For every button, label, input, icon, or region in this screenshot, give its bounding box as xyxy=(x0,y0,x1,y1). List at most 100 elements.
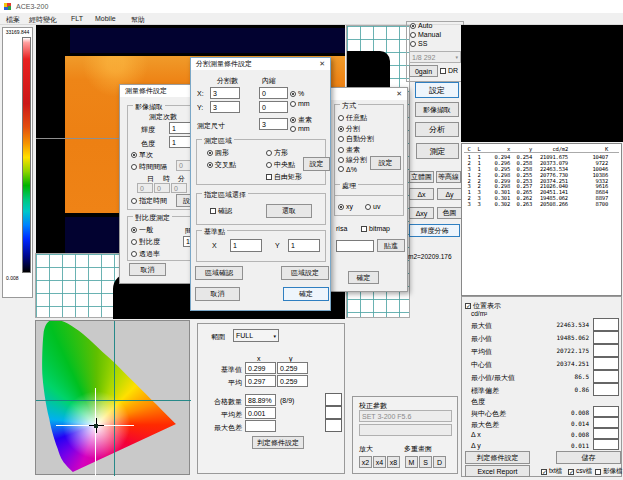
analyze-button[interactable]: 分析 xyxy=(415,122,459,137)
close-icon[interactable]: ✕ xyxy=(319,60,325,68)
dx-button[interactable]: Δx xyxy=(409,188,434,200)
judge-condition-button[interactable]: 判定條件設定 xyxy=(465,451,530,464)
radio-contrast[interactable]: 對比度 xyxy=(131,237,160,247)
freerect-checkbox[interactable]: 自由矩形 xyxy=(266,172,302,182)
radio-pixel[interactable]: 畫素 xyxy=(290,115,312,125)
dr-checkbox[interactable]: DR xyxy=(440,67,458,74)
lum-dist-button[interactable]: 輝度分佈 xyxy=(409,224,460,237)
radio-center[interactable]: 中央點 xyxy=(266,160,295,170)
pick-button[interactable]: 選取 xyxy=(266,204,312,218)
maxdiff-field[interactable] xyxy=(245,420,276,432)
shutter-select[interactable]: 1/8 292▾ xyxy=(409,51,461,63)
radio-cross[interactable]: 交叉點 xyxy=(207,160,236,170)
bitmap-checkbox[interactable]: bitmap xyxy=(361,225,390,232)
menu-item-2[interactable]: FLT xyxy=(71,15,83,22)
radio-mm[interactable]: mm xyxy=(290,100,310,107)
size-field[interactable]: 3 xyxy=(259,118,288,130)
avg-y-field[interactable]: 0.259 xyxy=(277,375,308,387)
zoom-button-x4[interactable]: x4 xyxy=(373,456,386,468)
measure-cancel-button[interactable]: 取消 xyxy=(129,263,166,276)
ref-x-field[interactable]: 0.299 xyxy=(245,362,276,374)
file-check-1[interactable]: csv檔 xyxy=(568,467,592,476)
menu-item-1[interactable]: 經時變化 xyxy=(29,15,57,25)
table-row[interactable]: 330.3020.26320508.2668700 xyxy=(464,201,619,207)
zoom-button-x2[interactable]: x2 xyxy=(359,456,372,468)
radio-circle[interactable]: 圓形 xyxy=(207,148,229,158)
menu-item-4[interactable]: 幫助 xyxy=(131,15,145,25)
confirm-checkbox[interactable]: 確認 xyxy=(210,206,232,216)
close-icon[interactable]: ✕ xyxy=(396,90,402,98)
cie-diagram[interactable] xyxy=(35,320,190,475)
radio-percent[interactable]: % xyxy=(290,90,304,97)
dialog-split-titlebar[interactable]: 分割測量條件設定 xyxy=(191,58,330,70)
zoom-button-x8[interactable]: x8 xyxy=(387,456,400,468)
colormap-button[interactable]: 色圖 xyxy=(437,207,462,219)
lum-count-field[interactable]: 1 xyxy=(169,122,191,134)
radio-general[interactable]: 一般 xyxy=(131,225,153,235)
split-x-field[interactable]: 3 xyxy=(210,87,240,99)
split-y-field[interactable]: 3 xyxy=(210,101,240,113)
uniformity-judge-button[interactable]: 判定條件設定 xyxy=(252,436,304,449)
radio-mm2[interactable]: mm xyxy=(290,125,310,132)
radio-xy[interactable]: xy xyxy=(338,203,353,210)
menu-item-0[interactable]: 檔案 xyxy=(6,15,20,25)
settings-button[interactable]: 設定 xyxy=(415,82,459,98)
method-path-field[interactable] xyxy=(336,240,374,252)
radio-mode-3[interactable]: 畫素 xyxy=(338,145,360,155)
dxy-button[interactable]: Δxy xyxy=(409,207,434,219)
radio-mode-1[interactable]: 分割 xyxy=(338,124,360,134)
capture-button[interactable]: 影像擷取 xyxy=(415,102,459,117)
inset-y-field[interactable]: 0 xyxy=(259,101,288,113)
load-button[interactable]: 貼進 xyxy=(377,239,405,252)
multiview-button-D[interactable]: D xyxy=(433,456,446,468)
split-cancel-button[interactable]: 取消 xyxy=(195,287,240,301)
file-check-2[interactable]: 影像檔 xyxy=(595,467,623,476)
stats-cd-rows: 最大值22463.534最小值19485.062平均值20722.175中心值2… xyxy=(462,318,623,396)
chroma-count-field[interactable]: 1 xyxy=(169,136,191,148)
excel-report-button[interactable]: Excel Report xyxy=(465,465,530,477)
save-button[interactable]: 儲存 xyxy=(556,451,621,464)
split-set-button[interactable]: 設定 xyxy=(303,157,330,171)
ref-y-field[interactable]: 0.259 xyxy=(277,362,308,374)
inset-x-field[interactable]: 0 xyxy=(259,87,288,99)
inset-label: 內縮 xyxy=(262,76,276,86)
menu-item-3[interactable]: Mobile xyxy=(95,15,116,22)
file-check-0[interactable]: txt檔 xyxy=(541,467,562,476)
hour-field: 0 xyxy=(154,183,170,193)
zoom-label: 放大 xyxy=(359,444,373,454)
cie-grid-vline xyxy=(114,321,115,476)
radio-single[interactable]: 單次 xyxy=(131,150,153,160)
range-select[interactable]: FULL▾ xyxy=(233,329,279,342)
radio-square[interactable]: 方形 xyxy=(266,148,288,158)
avg-x-field[interactable]: 0.297 xyxy=(245,375,276,387)
radio-ss[interactable]: SS xyxy=(410,40,427,47)
solid3d-button[interactable]: 立體圖 xyxy=(409,171,434,183)
dy-button[interactable]: Δy xyxy=(437,188,462,200)
avgdiff-field[interactable]: 0.001 xyxy=(245,407,276,419)
method-ok-button[interactable]: 確定 xyxy=(348,271,379,284)
radio-uv[interactable]: uv xyxy=(365,203,380,210)
radio-manual[interactable]: Manual xyxy=(410,31,441,38)
contour-button[interactable]: 等高線 xyxy=(436,171,461,183)
area-confirm-button[interactable]: 區域確認 xyxy=(195,266,243,280)
measurement-table[interactable]: CLxycd/m2K 110.2940.25421091.67510407210… xyxy=(461,143,622,296)
radio-specified-time[interactable]: 指定時間 xyxy=(131,196,167,206)
day-field: 0 xyxy=(137,183,153,193)
area-set-button[interactable]: 區域設定 xyxy=(281,266,329,280)
radio-auto[interactable]: Auto xyxy=(410,22,432,29)
radio-mode-5[interactable]: Δ% xyxy=(338,166,357,173)
gain-button[interactable]: 0gain xyxy=(409,65,438,77)
multiview-button-M[interactable]: M xyxy=(405,456,418,468)
radio-mode-2[interactable]: 自動分割 xyxy=(338,134,374,144)
measure-button[interactable]: 測定 xyxy=(416,143,459,159)
radio-transmit[interactable]: 透過率 xyxy=(131,249,160,259)
radio-interval[interactable]: 時間間隔 xyxy=(131,162,167,172)
method-set-button[interactable]: 設定 xyxy=(370,156,401,170)
multiview-button-S[interactable]: S xyxy=(419,456,432,468)
base-x-field[interactable]: 1 xyxy=(230,239,262,252)
base-y-field[interactable]: 1 xyxy=(288,239,320,252)
radio-mode-4[interactable]: 線分割 xyxy=(338,155,367,165)
pass-field[interactable]: 88.89% xyxy=(245,394,276,406)
radio-mode-0[interactable]: 任意點 xyxy=(338,113,367,123)
split-ok-button[interactable]: 確定 xyxy=(283,287,329,301)
